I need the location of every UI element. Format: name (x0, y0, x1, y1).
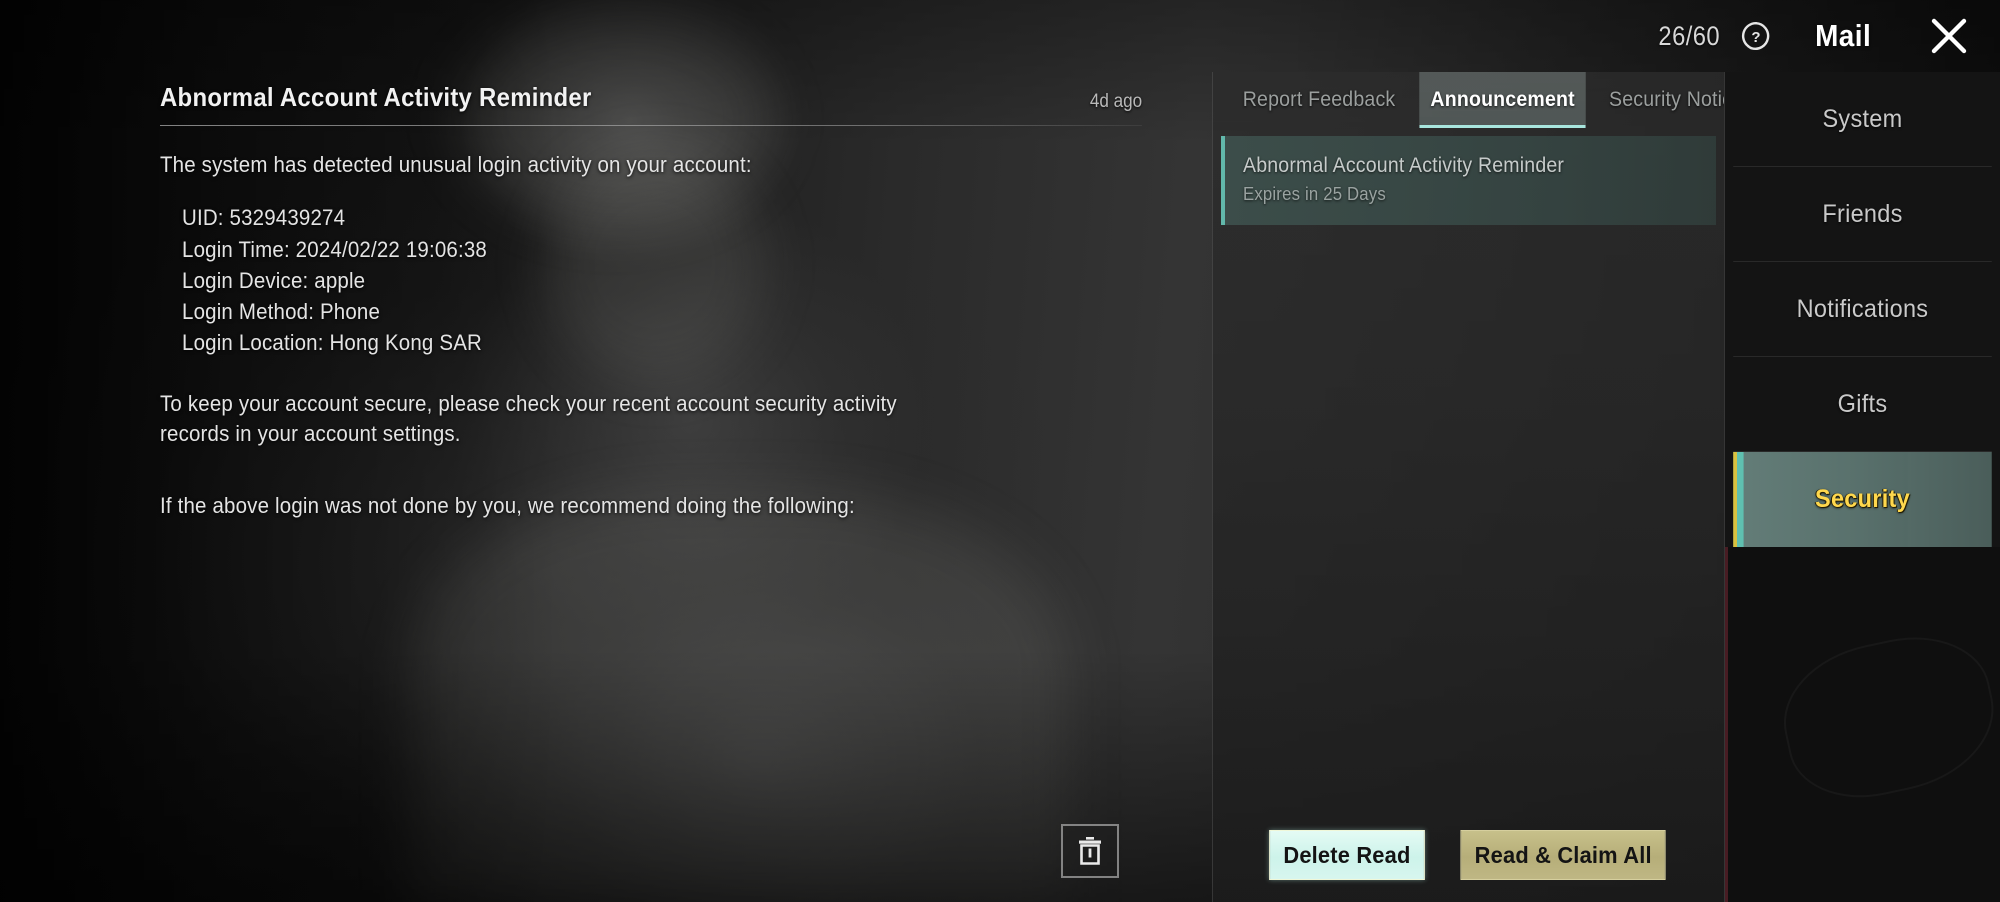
mail-counter: 26/60 (1658, 20, 1720, 51)
mail-recommendation-paragraph: If the above login was not done by you, … (160, 493, 855, 519)
sidebar-accent-line (1725, 547, 1728, 902)
mail-list-item-expiry: Expires in 25 Days (1243, 184, 1386, 204)
login-detail-method: Login Method: Phone (182, 299, 381, 325)
tab-announcement[interactable]: Announcement (1419, 72, 1587, 128)
login-detail-device: Login Device: apple (182, 267, 366, 293)
login-detail-uid: UID: 5329439274 (182, 205, 346, 231)
tab-report-feedback[interactable]: Report Feedback (1232, 72, 1407, 128)
mail-list-item[interactable]: Abnormal Account Activity Reminder Expir… (1221, 136, 1716, 225)
sidebar-item-gifts[interactable]: Gifts (1733, 357, 1992, 452)
help-circle-icon[interactable]: ? (1740, 20, 1772, 52)
close-icon[interactable] (1926, 13, 1972, 59)
sidebar-item-notifications[interactable]: Notifications (1733, 262, 1992, 357)
trash-icon (1079, 837, 1101, 865)
sidebar-item-security[interactable]: Security (1733, 452, 1992, 547)
delete-mail-button[interactable] (1061, 824, 1119, 878)
page-title: Mail (1814, 18, 1871, 53)
mail-security-paragraph: To keep your account secure, please chec… (160, 390, 897, 446)
mail-items-list: Abnormal Account Activity Reminder Expir… (1213, 128, 1724, 225)
mail-detail-timestamp: 4d ago (1089, 91, 1142, 112)
mail-detail-header: Abnormal Account Activity Reminder 4d ag… (160, 82, 1142, 125)
login-detail-location: Login Location: Hong Kong SAR (182, 330, 482, 356)
login-detail-list: UID: 5329439274 Login Time: 2024/02/22 1… (182, 202, 962, 358)
delete-read-button[interactable]: Delete Read (1269, 830, 1426, 880)
category-sidebar-inner: System Friends Notifications Gifts Secur… (1725, 72, 2000, 902)
svg-text:?: ? (1751, 29, 1760, 46)
mail-intro-paragraph: The system has detected unusual login ac… (160, 152, 752, 177)
header-bar: 26/60 ? Mail (0, 0, 2000, 72)
mail-detail-body: The system has detected unusual login ac… (160, 150, 1142, 522)
mail-screen: 26/60 ? Mail Abnormal Account Activity R… (0, 0, 2000, 902)
read-claim-all-button[interactable]: Read & Claim All (1460, 830, 1667, 880)
list-action-bar: Delete Read Read & Claim All (1213, 830, 1724, 880)
sidebar-item-friends[interactable]: Friends (1733, 167, 1992, 262)
sidebar-item-system[interactable]: System (1733, 72, 1992, 167)
sidebar-decorative-shape (1770, 621, 2000, 813)
sidebar-empty-area (1725, 547, 2000, 902)
login-detail-time: Login Time: 2024/02/22 19:06:38 (182, 236, 487, 262)
mail-content-panel: Abnormal Account Activity Reminder 4d ag… (0, 72, 1212, 902)
category-sidebar: System Friends Notifications Gifts Secur… (1724, 72, 2000, 902)
mail-list-item-title: Abnormal Account Activity Reminder (1243, 154, 1565, 177)
title-divider (160, 125, 1142, 126)
mail-list-panel: Report Feedback Announcement Security No… (1212, 72, 1743, 902)
mail-detail-title: Abnormal Account Activity Reminder (160, 82, 592, 112)
mail-tabs: Report Feedback Announcement Security No… (1213, 72, 1743, 128)
